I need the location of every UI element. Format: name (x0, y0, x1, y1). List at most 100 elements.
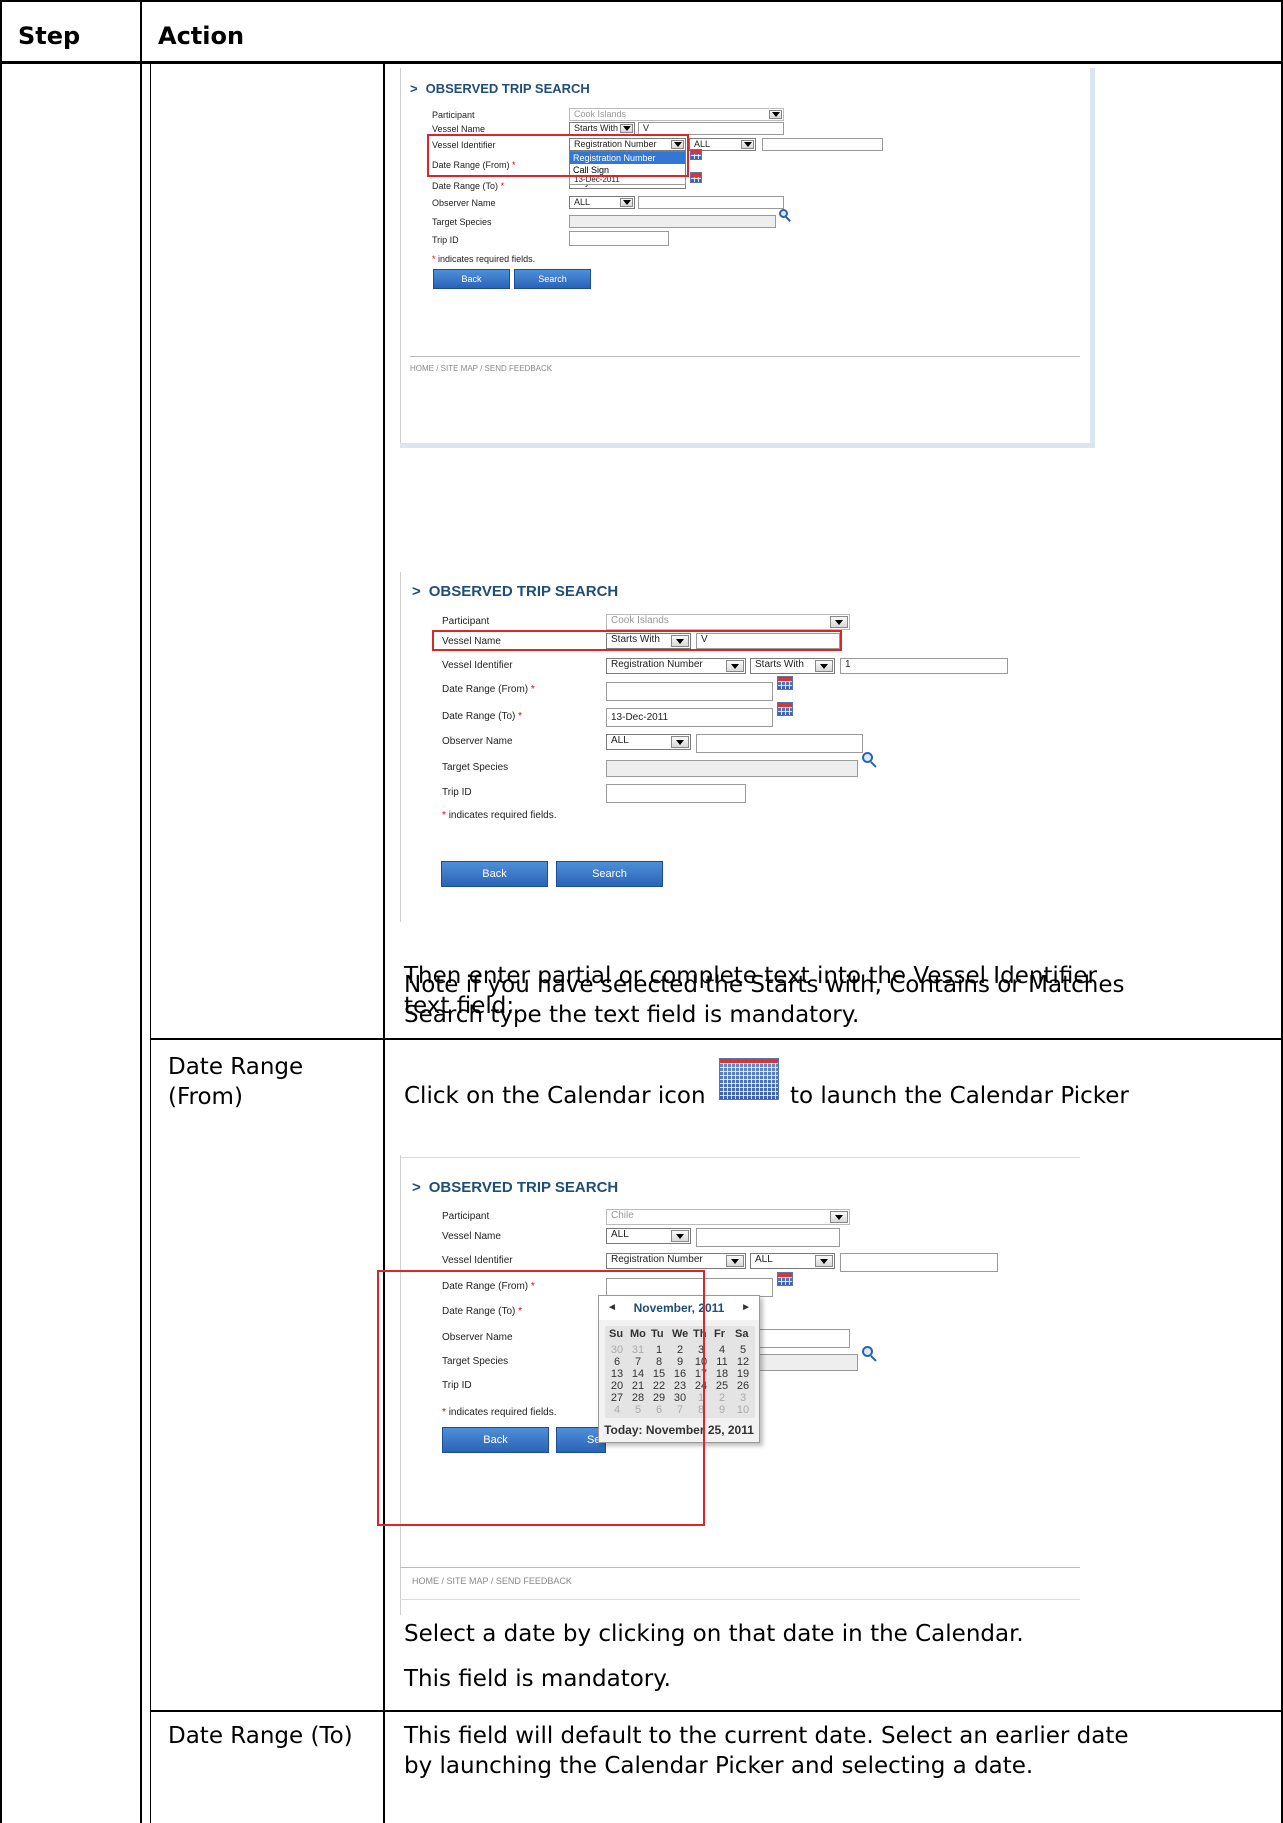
calendar-day[interactable]: 10 (733, 1404, 753, 1416)
page-title-text: OBSERVED TRIP SEARCH (425, 81, 590, 96)
participant-select[interactable]: Cook Islands (606, 614, 850, 630)
highlight-frame (377, 1270, 705, 1526)
date-to-label-text: Date Range (To) (432, 181, 499, 191)
search-button[interactable]: Search (514, 269, 591, 289)
calendar-day[interactable]: 12 (733, 1356, 753, 1368)
identifier-mode-select[interactable]: ALL (750, 1253, 835, 1269)
screenshot-calendar-picker: > OBSERVED TRIP SEARCH Participant Chile … (377, 1155, 1080, 1615)
calendar-day[interactable]: 11 (712, 1356, 732, 1368)
chevron-down-icon (671, 736, 689, 748)
observer-mode-select[interactable]: ALL (569, 196, 635, 209)
table-border-left (0, 0, 2, 1823)
back-button[interactable]: Back (433, 269, 510, 289)
calendar-icon[interactable] (690, 149, 702, 160)
vessel-name-mode-select[interactable]: ALL (606, 1228, 691, 1244)
shot-frame-bottom (400, 443, 1095, 448)
date-to-label: Date Range (To) * (442, 711, 522, 722)
shot-left-rule (400, 68, 401, 448)
vessel-identifier-label: Vessel Identifier (442, 660, 513, 671)
participant-select[interactable]: Cook Islands (569, 108, 784, 121)
mandatory-line: This field is mandatory. (404, 1666, 671, 1692)
date-from-label: Date Range (From) * (442, 684, 535, 695)
calendar-icon[interactable] (777, 676, 793, 690)
para-line: This field will default to the current d… (404, 1723, 1129, 1749)
search-type-note: Note if you have selected the Starts wit… (404, 970, 1124, 1030)
chevron-down-icon (671, 1230, 689, 1242)
trip-id-input[interactable] (606, 784, 746, 803)
identifier-type-select[interactable]: Registration Number (606, 1253, 746, 1269)
chevron-down-icon (620, 124, 633, 133)
chevron-down-icon (830, 616, 848, 628)
observer-mode-select[interactable]: ALL (606, 734, 691, 750)
calendar-day[interactable]: 9 (712, 1404, 732, 1416)
row-divider-date-to (150, 1710, 1283, 1712)
calendar-icon[interactable] (777, 702, 793, 716)
vessel-name-label: Vessel Name (432, 124, 486, 134)
participant-label: Participant (442, 616, 490, 627)
identifier-input[interactable] (762, 138, 883, 151)
participant-value: Cook Islands (574, 109, 627, 119)
calendar-day[interactable]: 5 (733, 1344, 753, 1356)
next-month-button[interactable]: ► (741, 1296, 751, 1320)
date-to-label: Date Range (To) * (432, 181, 504, 191)
calendar-icon[interactable] (777, 1272, 793, 1286)
observer-mode-value: ALL (574, 197, 591, 207)
calendar-dow: Sa (735, 1328, 749, 1340)
select-date-line: Select a date by clicking on that date i… (404, 1621, 1024, 1647)
calendar-day[interactable]: 19 (733, 1368, 753, 1380)
date-to-label-text: Date Range (To) (442, 711, 516, 722)
calendar-icon[interactable] (690, 172, 702, 183)
identifier-type-select[interactable]: Registration Number (606, 658, 746, 674)
identifier-type-value: Registration Number (611, 659, 703, 670)
calendar-day[interactable]: 3 (733, 1392, 753, 1404)
highlight-frame (432, 630, 842, 651)
search-icon[interactable] (779, 209, 793, 223)
search-button[interactable]: Search (556, 861, 663, 887)
identifier-input[interactable] (840, 1253, 998, 1272)
page-title-text: OBSERVED TRIP SEARCH (428, 1179, 619, 1196)
calendar-instruction-tail: to launch the Calendar Picker (790, 1081, 1129, 1111)
calendar-day[interactable]: 25 (712, 1380, 732, 1392)
date-from-input[interactable] (606, 682, 773, 701)
footer-divider (410, 356, 1080, 357)
calendar-day[interactable]: 18 (712, 1368, 732, 1380)
row-divider-date-from (150, 1038, 1283, 1040)
vessel-name-mode-value: ALL (611, 1229, 629, 1240)
search-icon-handle (870, 1355, 877, 1362)
page-title: > OBSERVED TRIP SEARCH (410, 81, 590, 96)
identifier-mode-select[interactable]: Starts With (750, 658, 835, 674)
chevron-down-icon (726, 1255, 744, 1267)
required-note: * indicates required fields. (442, 810, 557, 821)
required-note: * indicates required fields. (432, 254, 535, 264)
date-from-label-text: Date Range (From) (442, 684, 529, 695)
footer-divider (400, 1567, 1080, 1568)
identifier-input[interactable]: 1 (840, 658, 1008, 674)
footer-links[interactable]: HOME / SITE MAP / SEND FEEDBACK (410, 364, 552, 373)
observer-name-input[interactable] (696, 734, 863, 753)
inner-column-edge (150, 64, 151, 1823)
back-button[interactable]: Back (441, 861, 548, 887)
required-note-text: indicates required fields. (438, 254, 536, 264)
footer-links[interactable]: HOME / SITE MAP / SEND FEEDBACK (412, 1576, 572, 1586)
date-to-description: This field will default to the current d… (404, 1721, 1129, 1781)
participant-select[interactable]: Chile (606, 1209, 850, 1225)
calendar-day[interactable]: 26 (733, 1380, 753, 1392)
header-action: Action (158, 22, 245, 50)
date-to-input[interactable]: 13-Dec-2011 (606, 708, 773, 727)
calendar-day[interactable]: 2 (712, 1392, 732, 1404)
calendar-day[interactable]: 4 (712, 1344, 732, 1356)
required-asterisk: * (442, 810, 446, 821)
identifier-type-value: Registration Number (611, 1254, 703, 1265)
para-text: to launch the Calendar Picker (790, 1083, 1129, 1109)
bottom-rule (400, 1599, 1080, 1600)
observer-name-input[interactable] (638, 196, 784, 209)
calendar-instruction: Click on the Calendar icon (404, 1081, 706, 1111)
search-icon[interactable] (862, 1346, 878, 1362)
search-icon[interactable] (862, 752, 878, 768)
calendar-dow: Fr (714, 1328, 725, 1340)
vessel-name-input[interactable] (696, 1228, 840, 1247)
trip-id-input[interactable] (569, 231, 669, 246)
required-asterisk: * (518, 711, 523, 722)
participant-label: Participant (432, 110, 475, 120)
shot-left-rule (400, 572, 401, 842)
